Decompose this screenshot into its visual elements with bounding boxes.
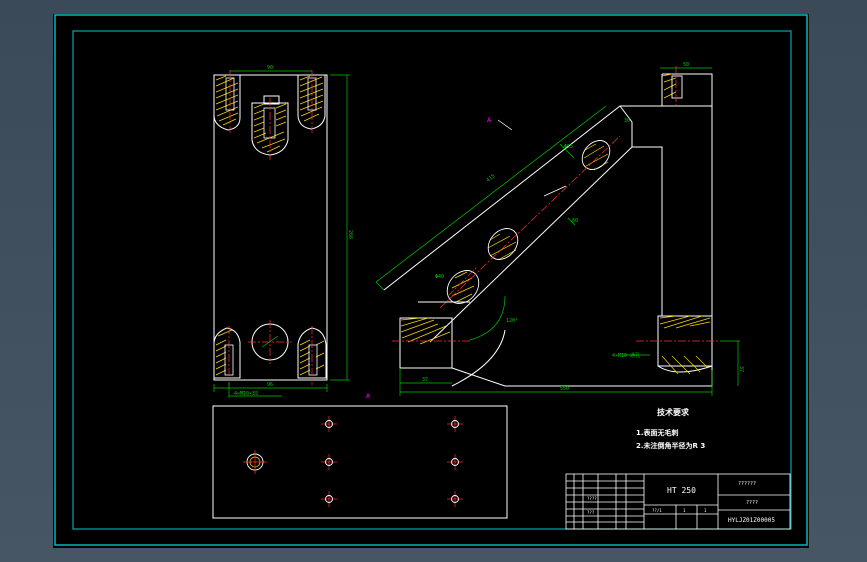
sheet-cell-b: 1 — [704, 508, 707, 513]
dim-text-side: 415 550 37 37 50 4×M10 通孔 30 Φ55 60 Φ40 … — [422, 62, 744, 392]
tech-req-title: 技术要求 — [657, 407, 690, 417]
tech-req-item-2: 2.未注倒角半径为R 3 — [636, 441, 705, 450]
material-label: HT 250 — [667, 486, 696, 495]
sign-label-a: ???? — [587, 496, 597, 501]
sign-label-b: ??? — [587, 510, 595, 515]
technical-requirements: 技术要求 1.表面无毛刺 2.未注倒角半径为R 3 — [636, 407, 705, 450]
svg-text:90: 90 — [267, 65, 273, 71]
cad-drawing: 90 266 96 4×M10×35 415 550 37 37 50 4×M1… — [54, 14, 808, 546]
svg-text:30: 30 — [624, 118, 630, 124]
svg-text:60: 60 — [572, 218, 578, 224]
bosses-side — [418, 75, 683, 304]
tech-req-item-1: 1.表面无毛刺 — [636, 428, 679, 437]
svg-text:37: 37 — [422, 377, 428, 383]
part-name-label: ?????? — [738, 481, 756, 487]
outer-frame — [54, 14, 808, 546]
svg-text:Φ55: Φ55 — [564, 144, 573, 150]
svg-text:415: 415 — [486, 173, 497, 183]
svg-text:50: 50 — [683, 62, 689, 68]
svg-text:4×M10×35: 4×M10×35 — [234, 391, 258, 397]
svg-text:4×M10 通孔: 4×M10 通孔 — [612, 352, 640, 359]
plan-view — [212, 405, 508, 519]
svg-text:550: 550 — [560, 386, 569, 392]
svg-text:120°: 120° — [506, 318, 518, 324]
dims-side — [375, 67, 740, 396]
front-view — [213, 74, 328, 381]
svg-text:37: 37 — [738, 366, 744, 372]
section-marks: A A — [366, 117, 492, 400]
title-block-text: HT 250 ?????? ???? HYLJZ01Z00005 ??/1 1 … — [587, 481, 775, 524]
hatch-side — [400, 73, 711, 375]
section-mark-label: A — [487, 117, 492, 124]
centerlines-side — [392, 66, 720, 342]
svg-text:266: 266 — [347, 230, 353, 239]
side-view — [383, 73, 713, 387]
cad-viewport[interactable]: 90 266 96 4×M10×35 415 550 37 37 50 4×M1… — [0, 0, 867, 562]
drawing-number-label: HYLJZ01Z00005 — [728, 517, 775, 524]
bottom-note-label: A — [366, 393, 371, 400]
sheet-cell-a: 1 — [683, 508, 686, 513]
sub-label: ???? — [746, 500, 758, 506]
svg-text:Φ40: Φ40 — [435, 274, 444, 280]
scale-label: ??/1 — [652, 508, 662, 513]
svg-text:96: 96 — [267, 382, 273, 388]
